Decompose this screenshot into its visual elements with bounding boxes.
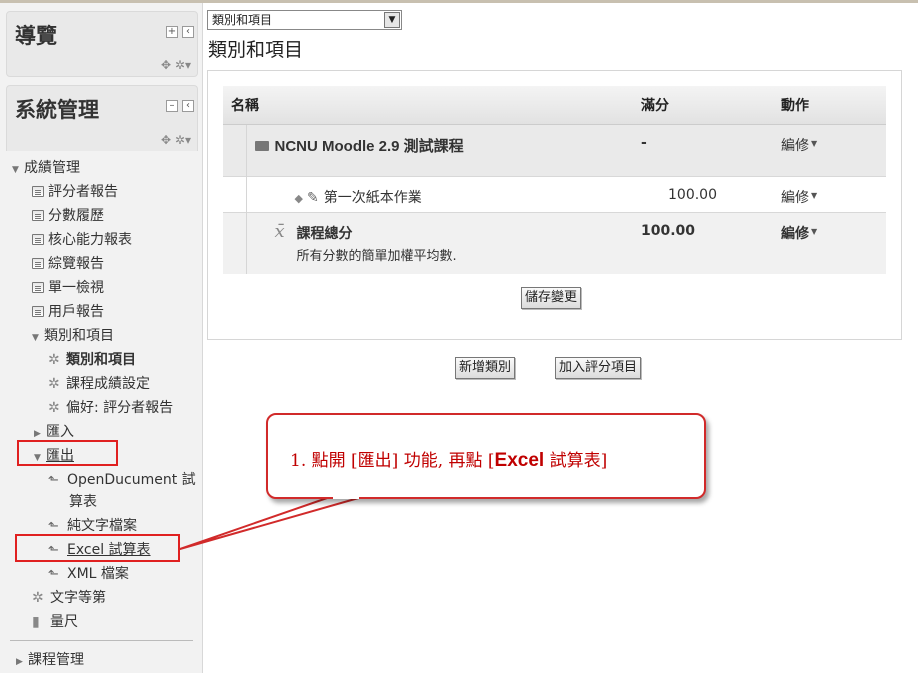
edit-menu-total[interactable]: 編修 ▼ xyxy=(781,226,817,242)
assignment-icon: ✎ xyxy=(306,189,319,206)
edit-menu-item[interactable]: 編修 ▼ xyxy=(781,190,817,206)
tree-item-grades[interactable]: ▼ 成績管理 xyxy=(12,157,80,179)
tree-item-course-grade-settings[interactable]: ✲ 課程成績設定 xyxy=(48,373,150,395)
gear-icon: ✲ xyxy=(32,590,44,606)
export-icon: ⬑ xyxy=(48,567,59,582)
edit-menu-category[interactable]: 編修 ▼ xyxy=(781,138,817,154)
tree-item-grader-report[interactable]: 評分者報告 xyxy=(32,181,118,203)
move-icon[interactable]: ◆ xyxy=(295,192,303,205)
tree-item-categories-items[interactable]: ▼ 類別和項目 xyxy=(32,325,114,347)
move-config-icon[interactable]: ✥ ✲▾ xyxy=(161,133,191,147)
calculator-icon: x̄ xyxy=(274,220,285,242)
grade-setup-table: 名稱 滿分 動作 NCNU Moodle 2.9 測試課程 - 編修 ▼ ◆ ✎ 第一… xyxy=(223,86,886,274)
chevron-down-icon: ▼ xyxy=(811,226,818,236)
administration-block-title: 系統管理 xyxy=(15,97,99,122)
folder-icon xyxy=(254,140,269,151)
report-icon xyxy=(32,186,44,197)
save-changes-button[interactable]: 儲存變更 xyxy=(521,287,582,309)
export-icon: ⬑ xyxy=(48,473,59,488)
chevron-down-icon: ▼ xyxy=(32,333,39,343)
collapse-icon[interactable]: – xyxy=(166,100,178,112)
tree-item-user-report[interactable]: 用戶報告 xyxy=(32,301,104,323)
tree-item-course-admin[interactable]: ▶ 課程管理 xyxy=(16,649,84,671)
gear-icon: ✲ xyxy=(48,400,60,416)
tree-item-export-xml[interactable]: ⬑ XML 檔案 xyxy=(48,563,129,585)
item-actions: 編修 ▼ xyxy=(773,175,886,212)
chevron-down-icon: ▼ xyxy=(811,138,818,148)
header-name: 名稱 xyxy=(223,86,633,125)
navigation-block-title: 導覽 xyxy=(15,23,57,48)
navigation-block: 導覽 + ‹ ✥ ✲▾ xyxy=(6,11,198,77)
bar-chart-icon: ▮ xyxy=(32,614,40,630)
table-row-course-total: x̄ 課程總分 所有分數的簡單加權平均數. 100.00 編修 ▼ xyxy=(223,211,886,274)
administration-block: 系統管理 – ‹ ✥ ✲▾ xyxy=(6,85,198,151)
tree-item-grade-history[interactable]: 分數履歷 xyxy=(32,205,104,227)
tree-item-outcomes-report[interactable]: 核心能力報表 xyxy=(32,229,132,251)
tree-item-letters[interactable]: ✲ 文字等第 xyxy=(32,587,106,609)
add-grade-item-button[interactable]: 加入評分項目 xyxy=(555,357,642,379)
chevron-down-icon: ▼ xyxy=(811,190,818,200)
move-config-icon[interactable]: ✥ ✲▾ xyxy=(161,58,191,72)
table-row-item: ◆ ✎ 第一次紙本作業 100.00 編修 ▼ xyxy=(223,175,886,212)
dock-icon[interactable]: ‹ xyxy=(182,100,194,112)
dropdown-arrow-icon[interactable]: ▼ xyxy=(384,12,400,28)
tree-item-preferences-grader[interactable]: ✲ 偏好: 評分者報告 xyxy=(48,397,173,419)
divider xyxy=(10,640,193,641)
report-icon xyxy=(32,210,44,221)
header-max-grade: 滿分 xyxy=(633,86,773,125)
callout-text: 1. 點開 [匯出] 功能, 再點 [Excel 試算表] xyxy=(290,450,608,471)
item-max: 100.00 xyxy=(633,175,773,212)
total-name: x̄ 課程總分 所有分數的簡單加權平均數. xyxy=(246,211,633,274)
total-max: 100.00 xyxy=(633,211,773,274)
report-icon xyxy=(32,258,44,269)
report-icon xyxy=(32,306,44,317)
gear-icon: ✲ xyxy=(48,352,60,368)
table-row-category: NCNU Moodle 2.9 測試課程 - 編修 ▼ xyxy=(223,123,886,176)
report-icon xyxy=(32,282,44,293)
report-icon xyxy=(32,234,44,245)
sidebar: 導覽 + ‹ ✥ ✲▾ 系統管理 – ‹ ✥ ✲▾ ▼ 成績管理 評分者報告 分數… xyxy=(0,3,203,673)
highlight-box-export xyxy=(17,440,118,466)
tree-item-categories-items-current[interactable]: ✲ 類別和項目 xyxy=(48,349,136,371)
tree-item-scales[interactable]: ▮ 量尺 xyxy=(32,611,78,633)
expand-icon[interactable]: + xyxy=(166,26,178,38)
category-select[interactable]: 類別和項目 ▼ xyxy=(207,10,402,30)
highlight-box-excel xyxy=(15,534,180,562)
category-actions: 編修 ▼ xyxy=(773,123,886,176)
header-actions: 動作 xyxy=(773,86,886,125)
tree-item-export-ods[interactable]: ⬑ OpenDucument 試 xyxy=(48,469,196,491)
tree-item-export-ods-line2[interactable]: 算表 xyxy=(69,491,97,513)
tree-item-single-view[interactable]: 單一檢視 xyxy=(32,277,104,299)
category-max: - xyxy=(633,123,773,176)
chevron-right-icon: ▶ xyxy=(16,657,23,667)
table-header-row: 名稱 滿分 動作 xyxy=(223,86,886,125)
page-title: 類別和項目 xyxy=(208,39,304,61)
chevron-down-icon: ▼ xyxy=(12,165,19,175)
gear-icon: ✲ xyxy=(48,376,60,392)
total-actions: 編修 ▼ xyxy=(773,211,886,274)
dock-icon[interactable]: ‹ xyxy=(182,26,194,38)
add-category-button[interactable]: 新增類別 xyxy=(455,357,516,379)
item-name: ◆ ✎ 第一次紙本作業 xyxy=(246,175,633,212)
instruction-callout: 1. 點開 [匯出] 功能, 再點 [Excel 試算表] xyxy=(266,413,706,499)
tree-item-overview-report[interactable]: 綜覽報告 xyxy=(32,253,104,275)
category-name: NCNU Moodle 2.9 測試課程 xyxy=(246,123,633,176)
